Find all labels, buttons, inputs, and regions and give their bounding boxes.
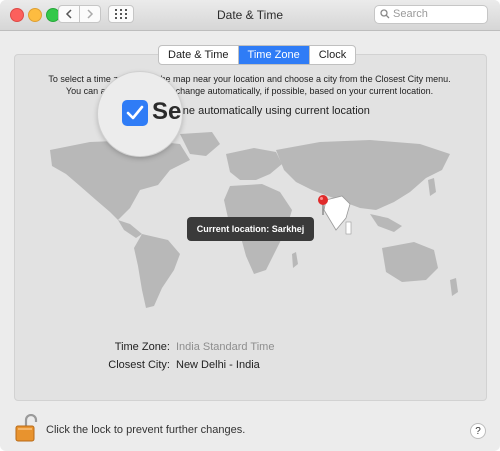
lock-icon[interactable] — [14, 414, 40, 442]
auto-timezone-checkbox[interactable] — [122, 100, 148, 126]
timezone-label: Time Zone: — [114, 341, 170, 353]
map-greenland — [180, 132, 220, 156]
magnified-label: Se — [152, 98, 182, 125]
map-north-america — [50, 140, 190, 220]
map-europe — [226, 148, 282, 180]
timezone-value: India Standard Time — [176, 341, 275, 353]
location-pin-icon — [318, 195, 328, 215]
search-placeholder: Search — [393, 8, 428, 20]
instructions: To select a time zone, click the map nea… — [14, 73, 485, 97]
map-central-america — [118, 220, 142, 238]
tab-date-time[interactable]: Date & Time — [159, 46, 239, 64]
map-asia — [276, 140, 450, 210]
preferences-window: Date & Time Search Date & Time Time Zone… — [0, 0, 500, 451]
auto-timezone-label: e zone automatically using current locat… — [162, 105, 370, 117]
checkmark-icon — [126, 105, 144, 120]
tab-bar: Date & Time Time Zone Clock — [158, 45, 357, 65]
map-japan — [428, 178, 436, 196]
lock-message: Click the lock to prevent further change… — [46, 424, 246, 436]
map-south-america — [134, 234, 180, 308]
map-sri-lanka-highlight — [345, 221, 352, 235]
magnified-checkbox-callout: Se — [98, 72, 182, 156]
map-new-zealand — [450, 278, 458, 296]
instructions-line-2: You can also set time zone change automa… — [65, 86, 434, 96]
search-input[interactable]: Search — [374, 5, 488, 24]
tab-time-zone[interactable]: Time Zone — [238, 46, 310, 64]
closest-city-value[interactable]: New Delhi - India — [176, 359, 260, 371]
title-bar: Date & Time Search — [0, 0, 500, 31]
map-australia — [382, 242, 438, 282]
search-icon — [380, 9, 390, 19]
tab-clock[interactable]: Clock — [310, 46, 356, 64]
help-button[interactable]: ? — [470, 423, 486, 439]
map-southeast-asia — [370, 214, 402, 232]
closest-city-label: Closest City: — [108, 359, 170, 371]
instructions-line-1: To select a time zone, click the map nea… — [48, 74, 451, 84]
current-location-tooltip: Current location: Sarkhej — [187, 217, 314, 241]
map-madagascar — [292, 252, 298, 268]
